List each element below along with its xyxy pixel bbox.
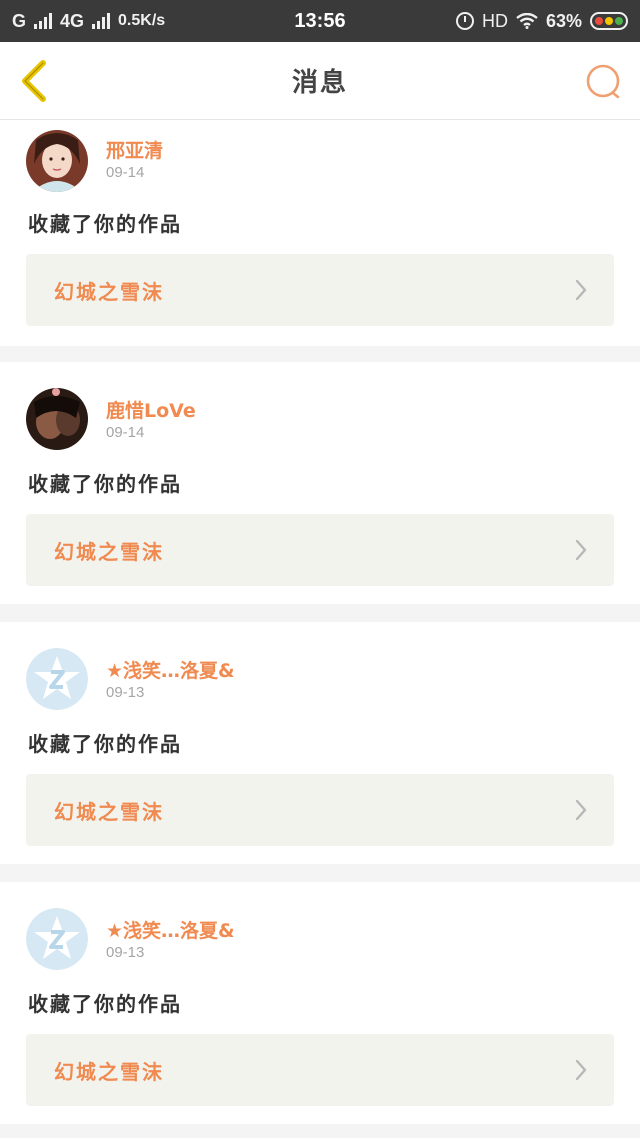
chevron-right-icon — [575, 539, 587, 561]
username[interactable]: ★浅笑…洛夏& — [106, 916, 235, 943]
avatar-photo-icon — [26, 388, 88, 450]
work-link[interactable]: 幻城之雪沫 — [26, 254, 614, 326]
work-title: 幻城之雪沫 — [54, 279, 164, 304]
notification-card: ★浅笑…洛夏& 09-13 收藏了你的作品 幻城之雪沫 — [0, 882, 640, 1124]
chevron-left-icon — [22, 60, 46, 102]
work-title: 幻城之雪沫 — [54, 799, 164, 824]
avatar[interactable] — [26, 648, 88, 710]
alarm-icon — [455, 12, 474, 30]
action-text: 收藏了你的作品 — [28, 212, 182, 236]
page-title: 消息 — [291, 68, 348, 98]
work-link[interactable]: 幻城之雪沫 — [26, 774, 614, 846]
username[interactable]: 鹿惜LoVe — [106, 396, 196, 423]
timestamp: 09-14 — [106, 424, 145, 441]
username[interactable]: 邢亚清 — [106, 136, 163, 163]
back-button[interactable] — [14, 58, 54, 104]
avatar[interactable] — [26, 388, 88, 450]
search-icon — [586, 64, 620, 99]
avatar-photo-icon — [26, 130, 88, 192]
username[interactable]: ★浅笑…洛夏& — [106, 656, 235, 683]
timestamp: 09-13 — [106, 944, 145, 961]
chevron-right-icon — [575, 799, 587, 821]
work-title: 幻城之雪沫 — [54, 539, 164, 564]
default-avatar-star-icon — [26, 908, 88, 970]
action-text: 收藏了你的作品 — [28, 472, 182, 496]
notification-card: 鹿惜LoVe 09-14 收藏了你的作品 幻城之雪沫 — [0, 362, 640, 604]
action-text: 收藏了你的作品 — [28, 732, 182, 756]
chevron-right-icon — [575, 1059, 587, 1081]
chevron-right-icon — [575, 279, 587, 301]
timestamp: 09-14 — [106, 164, 145, 181]
timestamp: 09-13 — [106, 684, 145, 701]
action-text: 收藏了你的作品 — [28, 992, 182, 1016]
work-link[interactable]: 幻城之雪沫 — [26, 514, 614, 586]
work-link[interactable]: 幻城之雪沫 — [26, 1034, 614, 1106]
app-header: 消息 — [0, 42, 640, 120]
notification-card: ★浅笑…洛夏& 09-13 收藏了你的作品 幻城之雪沫 — [0, 622, 640, 864]
search-button[interactable] — [584, 62, 624, 102]
default-avatar-star-icon — [26, 648, 88, 710]
avatar[interactable] — [26, 130, 88, 192]
status-bar: G 4G 0.5K/s 13:56 HD 63% — [0, 0, 640, 42]
avatar[interactable] — [26, 908, 88, 970]
notification-card: 邢亚清 09-14 收藏了你的作品 幻城之雪沫 — [0, 120, 640, 346]
clock-time: 13:56 — [294, 9, 346, 32]
work-title: 幻城之雪沫 — [54, 1059, 164, 1084]
